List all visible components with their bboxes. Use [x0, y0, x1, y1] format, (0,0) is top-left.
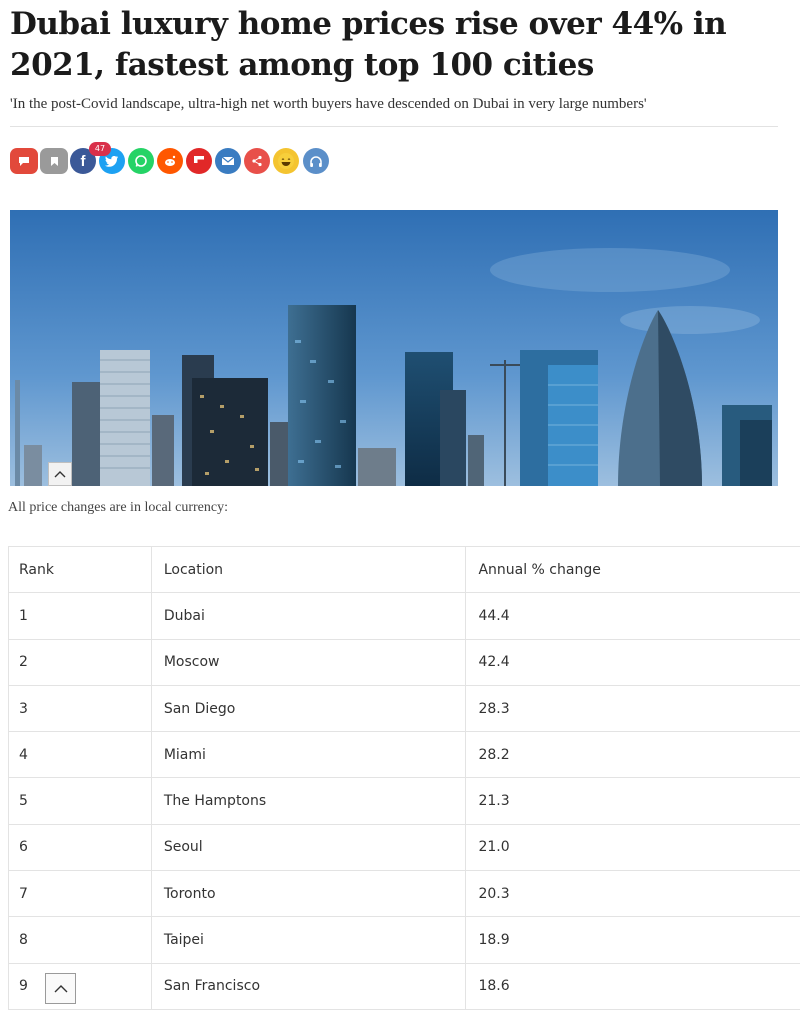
laugh-emoji-icon[interactable] [273, 148, 299, 174]
chevron-up-icon [54, 985, 67, 993]
column-header-annual-change: Annual % change [465, 545, 800, 594]
change-cell: 18.9 [465, 916, 800, 964]
table-caption: All price changes are in local currency: [8, 500, 229, 515]
location-cell: San Francisco [150, 962, 467, 1010]
rank-cell: 5 [8, 777, 152, 825]
rank-cell: 4 [8, 731, 152, 779]
table-header-row: Rank Location Annual % change [8, 545, 800, 594]
article-standfirst: 'In the post-Covid landscape, ultra-high… [10, 96, 647, 112]
change-cell: 18.6 [465, 962, 800, 1010]
table-row: 9 San Francisco 18.6 [8, 962, 800, 1010]
share-icon[interactable] [244, 148, 270, 174]
chevron-up-icon [54, 471, 66, 478]
table-row: 7 Toronto 20.3 [8, 870, 800, 918]
rank-cell: 6 [8, 823, 152, 872]
comment-count-badge: 47 [89, 142, 111, 156]
location-cell: Dubai [150, 592, 467, 640]
location-cell: Moscow [150, 638, 467, 686]
location-cell: Taipei [150, 916, 467, 964]
change-cell: 20.3 [465, 870, 800, 918]
bookmark-icon[interactable] [40, 148, 68, 174]
location-cell: San Diego [150, 684, 467, 733]
change-cell: 21.0 [465, 823, 800, 872]
column-header-location: Location [150, 545, 467, 594]
change-cell: 44.4 [465, 592, 800, 640]
table-row: 3 San Diego 28.3 [8, 684, 800, 733]
headphones-icon[interactable] [303, 148, 329, 174]
change-cell: 42.4 [465, 638, 800, 686]
table-row: 4 Miami 28.2 [8, 731, 800, 779]
flipboard-icon[interactable] [186, 148, 212, 174]
article-headline: Dubai luxury home prices rise over 44% i… [10, 6, 727, 83]
email-icon[interactable] [215, 148, 241, 174]
location-cell: Seoul [150, 823, 467, 872]
scroll-up-button[interactable] [48, 462, 72, 486]
column-header-rank: Rank [8, 545, 152, 594]
divider [10, 126, 778, 127]
rank-cell: 2 [8, 638, 152, 686]
whatsapp-icon[interactable] [128, 148, 154, 174]
table-row: 1 Dubai 44.4 [8, 592, 800, 640]
price-change-table: Rank Location Annual % change 1 Dubai 44… [8, 545, 800, 1010]
rank-cell: 8 [8, 916, 152, 964]
table-row: 6 Seoul 21.0 [8, 823, 800, 872]
comment-icon[interactable] [10, 148, 38, 174]
location-cell: The Hamptons [150, 777, 467, 825]
location-cell: Miami [150, 731, 467, 779]
city-skyline-photo [10, 210, 778, 486]
back-to-top-button[interactable] [45, 973, 76, 1004]
table-row: 5 The Hamptons 21.3 [8, 777, 800, 825]
change-cell: 28.2 [465, 731, 800, 779]
table-row: 2 Moscow 42.4 [8, 638, 800, 686]
change-cell: 28.3 [465, 684, 800, 733]
rank-cell: 3 [8, 684, 152, 733]
rank-cell: 9 [8, 962, 152, 1010]
rank-cell: 1 [8, 592, 152, 640]
change-cell: 21.3 [465, 777, 800, 825]
rank-cell: 7 [8, 870, 152, 918]
location-cell: Toronto [150, 870, 467, 918]
table-row: 8 Taipei 18.9 [8, 916, 800, 964]
reddit-icon[interactable] [157, 148, 183, 174]
